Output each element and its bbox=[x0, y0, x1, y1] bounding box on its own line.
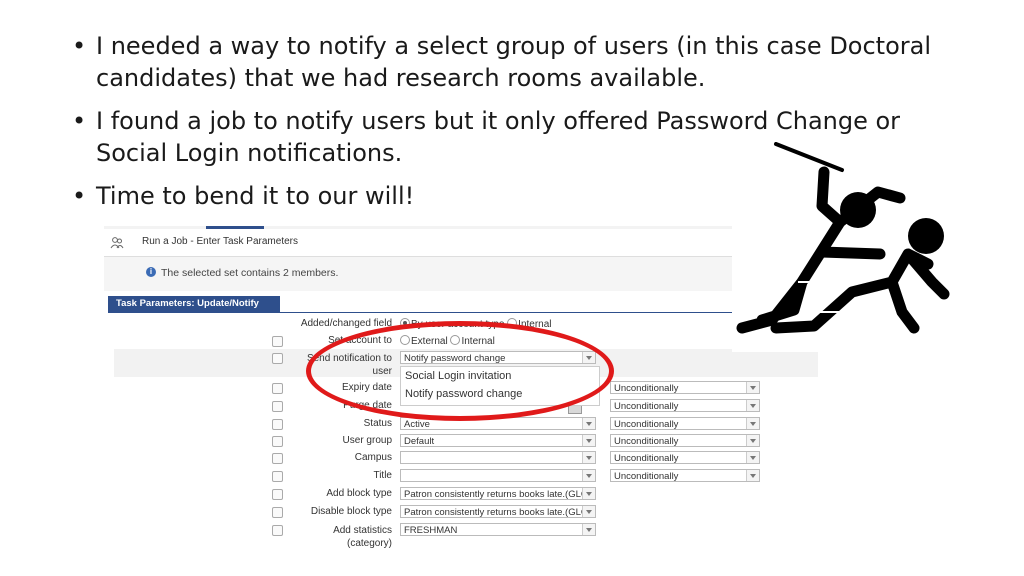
page-header: Run a Job - Enter Task Parameters bbox=[104, 230, 818, 257]
field-label: Added/changed field bbox=[300, 318, 392, 329]
chevron-down-icon[interactable] bbox=[582, 488, 595, 499]
bullet-item: I needed a way to notify a select group … bbox=[72, 30, 952, 94]
info-icon: i bbox=[146, 267, 156, 277]
field-row-campus: Campus Unconditionally bbox=[104, 450, 818, 466]
select-value: FRESHMAN bbox=[404, 525, 458, 536]
page-title: Run a Job - Enter Task Parameters bbox=[142, 236, 298, 247]
checkbox[interactable] bbox=[272, 507, 283, 518]
condition-select[interactable]: Unconditionally bbox=[610, 451, 760, 464]
chevron-down-icon[interactable] bbox=[746, 470, 759, 481]
field-row-user-group: User group Default Unconditionally bbox=[104, 433, 818, 449]
checkbox[interactable] bbox=[272, 353, 283, 364]
checkbox[interactable] bbox=[272, 525, 283, 536]
chevron-down-icon[interactable] bbox=[582, 435, 595, 446]
checkbox[interactable] bbox=[272, 436, 283, 447]
chevron-down-icon[interactable] bbox=[746, 418, 759, 429]
checkbox[interactable] bbox=[272, 401, 283, 412]
field-label: User group bbox=[342, 435, 392, 446]
run-job-screenshot: Run a Job - Enter Task Parameters i The … bbox=[104, 226, 818, 548]
condition-select[interactable]: Unconditionally bbox=[610, 381, 760, 394]
field-row-disable-block-type: Disable block type Patron consistently r… bbox=[104, 504, 818, 520]
condition-select[interactable]: Unconditionally bbox=[610, 434, 760, 447]
title-select[interactable] bbox=[400, 469, 596, 482]
user-group-select[interactable]: Default bbox=[400, 434, 596, 447]
checkbox[interactable] bbox=[272, 489, 283, 500]
select-value: Patron consistently returns books late.(… bbox=[404, 507, 591, 518]
condition-select[interactable]: Unconditionally bbox=[610, 417, 760, 430]
info-banner: i The selected set contains 2 members. bbox=[104, 257, 818, 291]
field-label: Add block type bbox=[326, 488, 392, 499]
checkbox[interactable] bbox=[272, 419, 283, 430]
chevron-down-icon[interactable] bbox=[582, 470, 595, 481]
campus-select[interactable] bbox=[400, 451, 596, 464]
chevron-down-icon[interactable] bbox=[746, 382, 759, 393]
statistics-select[interactable]: FRESHMAN bbox=[400, 523, 596, 536]
field-label: Title bbox=[373, 470, 392, 481]
section-divider bbox=[108, 312, 818, 313]
select-value: Unconditionally bbox=[614, 383, 679, 394]
active-tab-indicator bbox=[206, 226, 264, 229]
chevron-down-icon[interactable] bbox=[746, 452, 759, 463]
field-label: Add statistics (category) bbox=[333, 525, 392, 548]
chevron-down-icon[interactable] bbox=[746, 435, 759, 446]
select-value: Unconditionally bbox=[614, 436, 679, 447]
select-value: Default bbox=[404, 436, 435, 447]
field-row-add-block-type: Add block type Patron consistently retur… bbox=[104, 486, 818, 502]
field-label: Status bbox=[363, 418, 392, 429]
field-label: Campus bbox=[354, 452, 392, 463]
field-row-add-statistics: Add statistics (category) FRESHMAN bbox=[104, 522, 818, 548]
field-row-title: Title Unconditionally bbox=[104, 468, 818, 484]
checkbox[interactable] bbox=[272, 383, 283, 394]
add-block-type-select[interactable]: Patron consistently returns books late.(… bbox=[400, 487, 596, 500]
select-value: Unconditionally bbox=[614, 453, 679, 464]
condition-select[interactable]: Unconditionally bbox=[610, 399, 760, 412]
chevron-down-icon[interactable] bbox=[582, 524, 595, 535]
select-value: Unconditionally bbox=[614, 401, 679, 412]
disable-block-type-select[interactable]: Patron consistently returns books late.(… bbox=[400, 505, 596, 518]
chevron-down-icon[interactable] bbox=[582, 506, 595, 517]
section-tab[interactable]: Task Parameters: Update/Notify Users bbox=[108, 296, 280, 325]
info-message: The selected set contains 2 members. bbox=[161, 267, 339, 279]
highlight-ellipse bbox=[306, 321, 614, 421]
select-value: Unconditionally bbox=[614, 419, 679, 430]
field-label: Disable block type bbox=[310, 506, 392, 517]
checkbox[interactable] bbox=[272, 336, 283, 347]
select-value: Active bbox=[404, 419, 430, 430]
chevron-down-icon[interactable] bbox=[746, 400, 759, 411]
users-icon bbox=[110, 237, 124, 249]
chevron-down-icon[interactable] bbox=[582, 418, 595, 429]
select-value: Unconditionally bbox=[614, 471, 679, 482]
fighting-figures-illustration bbox=[732, 142, 960, 352]
checkbox[interactable] bbox=[272, 471, 283, 482]
checkbox[interactable] bbox=[272, 453, 283, 464]
select-value: Patron consistently returns books late.(… bbox=[404, 489, 591, 500]
condition-select[interactable]: Unconditionally bbox=[610, 469, 760, 482]
chevron-down-icon[interactable] bbox=[582, 452, 595, 463]
